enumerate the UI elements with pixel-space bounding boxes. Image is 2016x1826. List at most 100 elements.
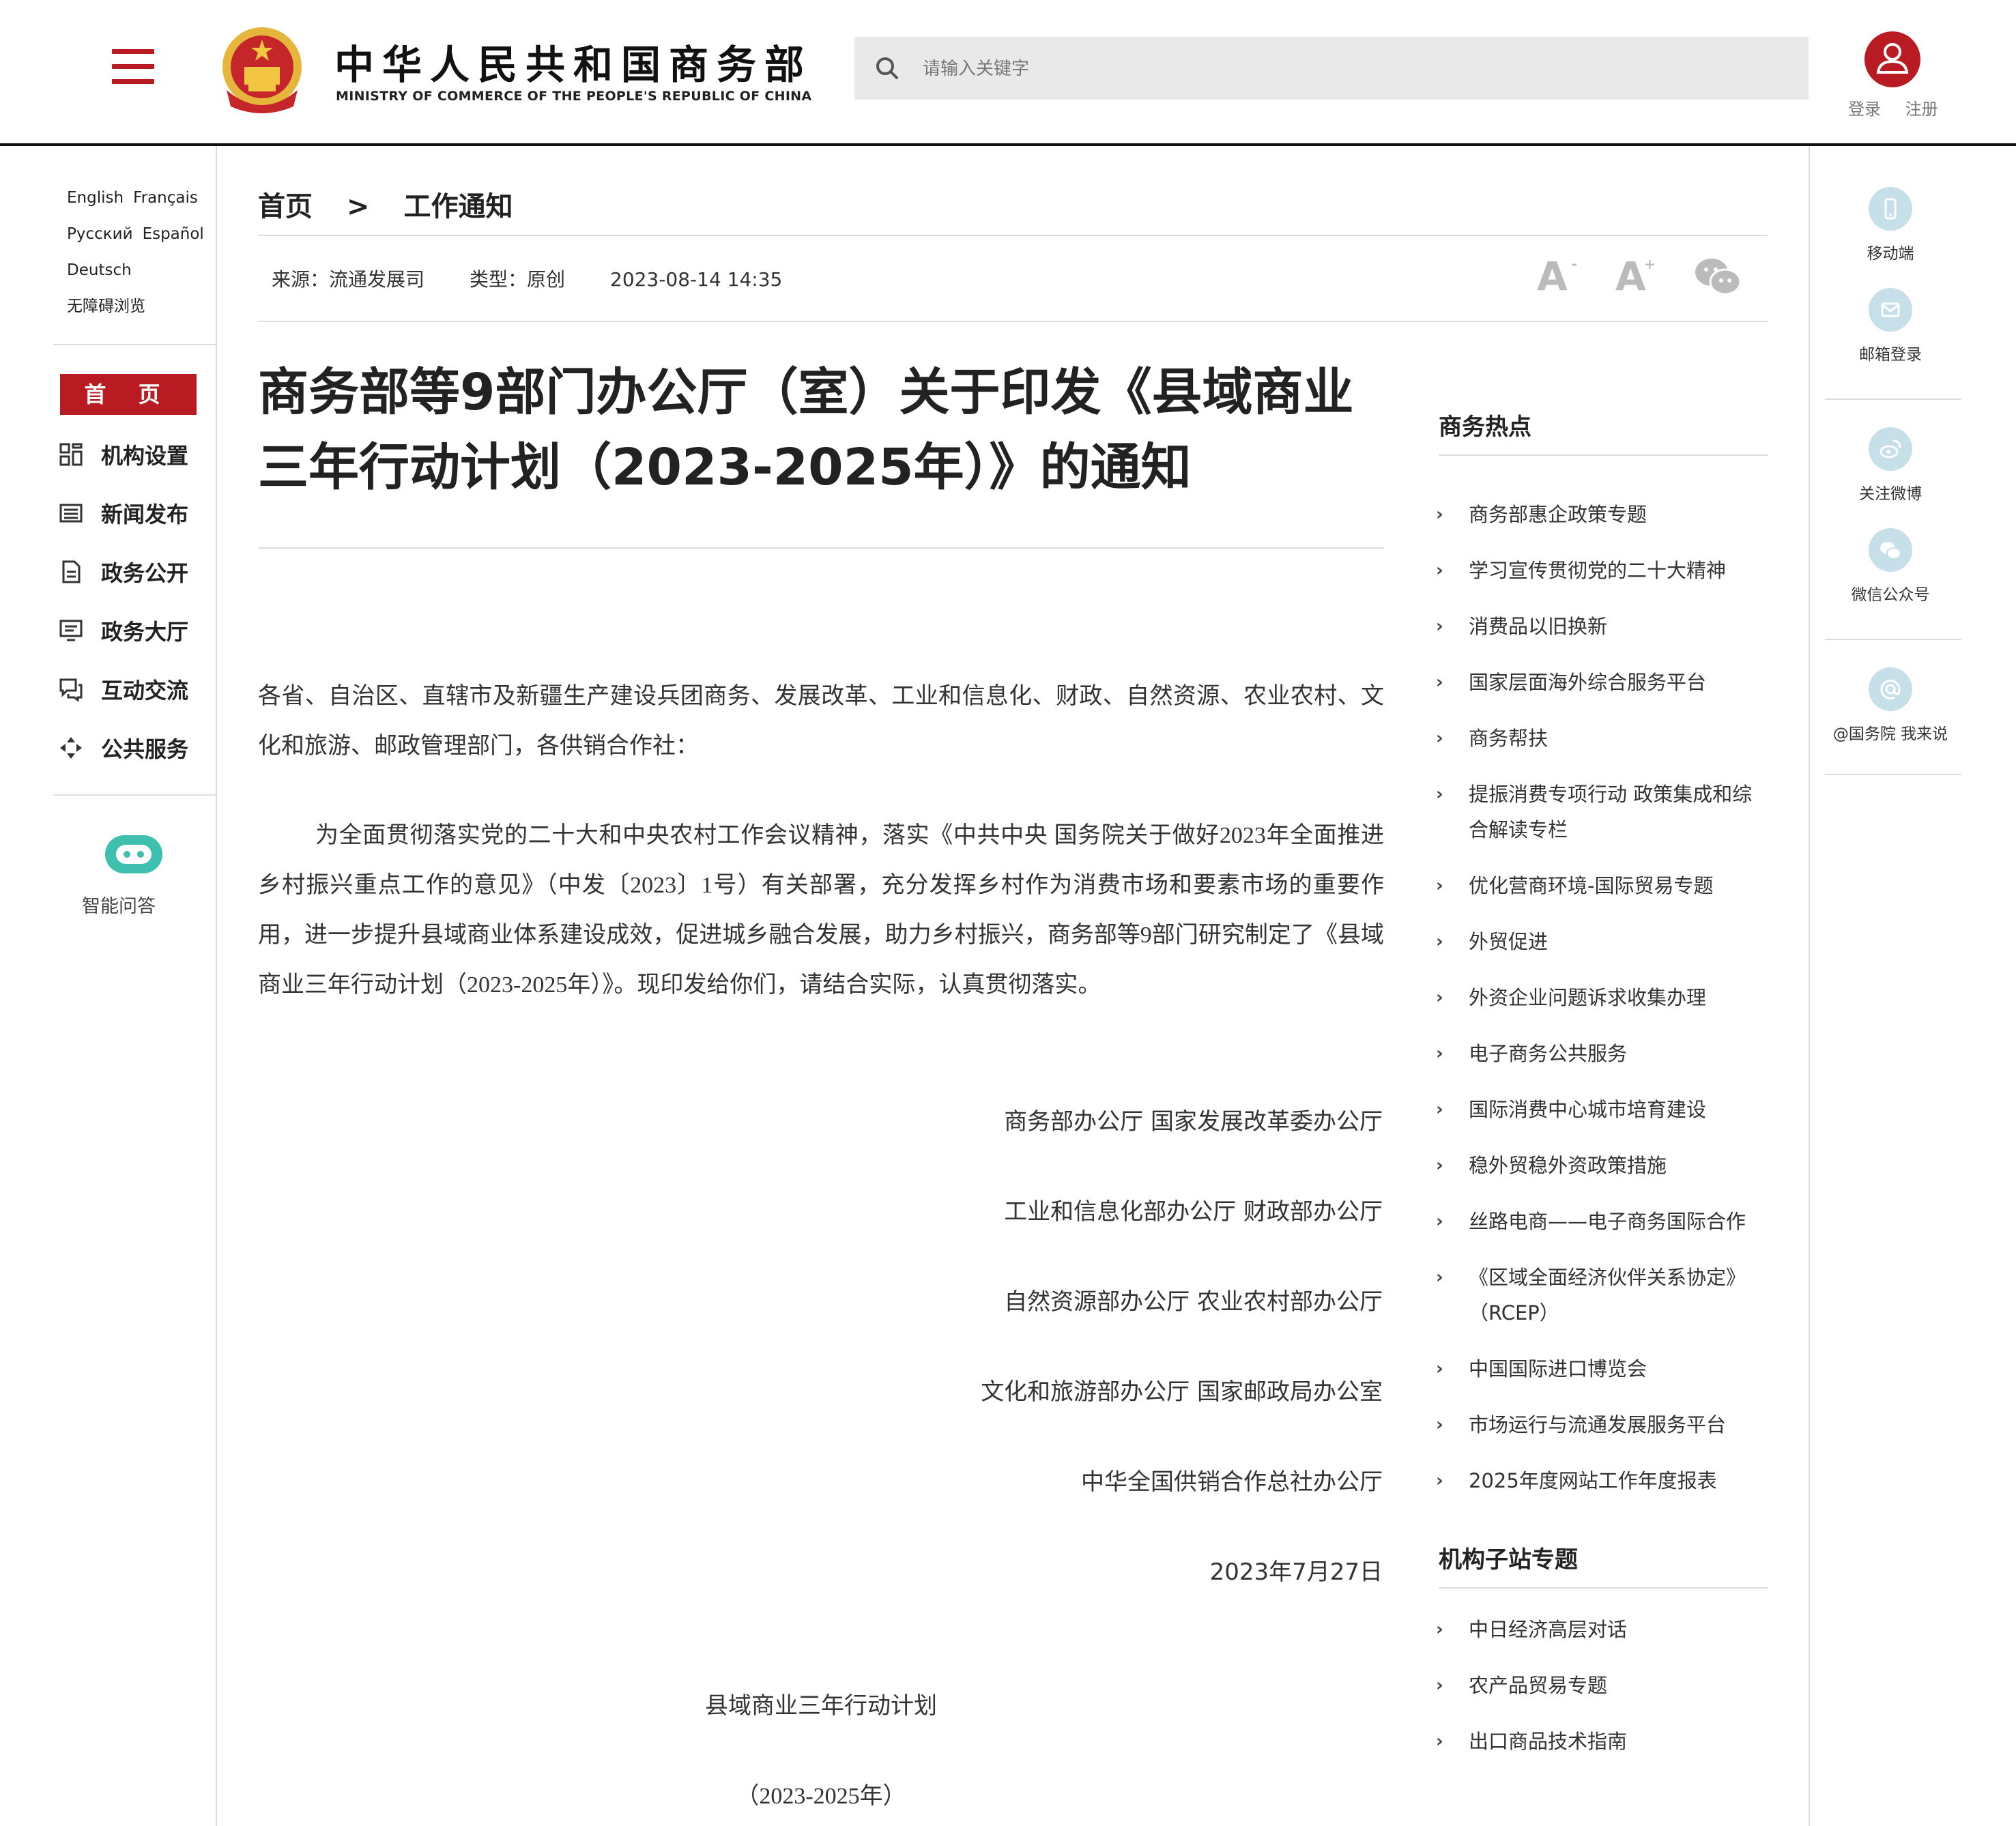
signature-line: 自然资源部办公厅 农业农村部办公厅 [1004, 1288, 1383, 1316]
divider [1439, 454, 1768, 456]
nav-news[interactable]: 新闻发布 [59, 493, 188, 534]
signature-date: 2023年7月27日 [1209, 1559, 1383, 1586]
list-item[interactable]: › 电子商务公共服务 [1436, 1036, 1768, 1071]
breadcrumb-home[interactable]: 首页 [258, 191, 313, 222]
chevron-right-icon: › [1436, 1043, 1443, 1064]
list-item[interactable]: › 《区域全面经济伙伴关系协定》（RCEP） [1436, 1260, 1768, 1331]
chevron-right-icon: › [1436, 1675, 1443, 1696]
chevron-right-icon: › [1436, 728, 1443, 749]
hot-topics-title: 商务热点 [1439, 414, 1531, 441]
nav-organization[interactable]: 机构设置 [59, 434, 188, 475]
signature-line: 中华全国供销合作总社办公厅 [1081, 1468, 1383, 1496]
mail-icon [1881, 302, 1900, 317]
robot-icon[interactable] [102, 828, 165, 879]
chevron-right-icon: › [1436, 1619, 1443, 1640]
list-item[interactable]: › 2025年度网站工作年度报表 [1436, 1463, 1768, 1498]
lang-german[interactable]: Deutsch [67, 261, 132, 279]
list-item[interactable]: › 外贸促进 [1436, 924, 1768, 959]
list-item[interactable]: › 丝路电商——电子商务国际合作 [1436, 1204, 1768, 1239]
chevron-right-icon: › [1436, 1470, 1443, 1491]
divider [1825, 639, 1961, 640]
breadcrumb-separator: > [347, 191, 370, 222]
list-item[interactable]: › 市场运行与流通发展服务平台 [1436, 1407, 1768, 1443]
search-bar [854, 37, 1809, 100]
chevron-right-icon: › [1436, 987, 1443, 1008]
national-emblem-logo [222, 27, 302, 113]
newspaper-icon [59, 504, 83, 523]
article-date: 2023-08-14 14:35 [610, 268, 783, 291]
list-item[interactable]: › 商务部惠企政策专题 [1436, 497, 1768, 532]
weibo-link[interactable]: 关注微博 [1822, 427, 1959, 504]
mobile-phone-icon [1884, 198, 1897, 220]
ai-assistant-label[interactable]: 智能问答 [82, 891, 156, 918]
wechat-official-link[interactable]: 微信公众号 [1822, 528, 1959, 605]
state-council-feedback-link[interactable]: @国务院 我来说 [1822, 667, 1959, 744]
chevron-right-icon: › [1436, 1731, 1443, 1752]
mail-login-link[interactable]: 邮箱登录 [1822, 288, 1959, 364]
list-item[interactable]: › 外资企业问题诉求收集办理 [1436, 980, 1768, 1015]
site-subtitle: MINISTRY OF COMMERCE OF THE PEOPLE'S REP… [336, 89, 812, 104]
arrows-icon [60, 737, 82, 759]
right-sidebar: 移动端 邮箱登录 关注微博 微信公众号 @国务院 我来说 [1809, 146, 2016, 1826]
site-title: 中华人民共和国商务部 [334, 42, 813, 88]
nav-public-service[interactable]: 公共服务 [59, 727, 188, 768]
list-item[interactable]: › 学习宣传贯彻党的二十大精神 [1436, 553, 1768, 588]
lang-french[interactable]: Français [133, 189, 198, 207]
list-item[interactable]: › 提振消费专项行动 政策集成和综合解读专栏 [1436, 777, 1768, 847]
register-link[interactable]: 注册 [1905, 100, 1938, 119]
article-type: 类型：原创 [470, 268, 566, 291]
divider [258, 321, 1768, 322]
list-item[interactable]: › 中日经济高层对话 [1436, 1612, 1768, 1647]
list-item[interactable]: › 优化营商环境-国际贸易专题 [1436, 868, 1768, 903]
document-icon [62, 560, 81, 583]
hamburger-menu-icon[interactable] [112, 49, 154, 85]
article-body: 为全面贯彻落实党的二十大和中央农村工作会议精神，落实《中共中央 国务院关于做好2… [258, 823, 1384, 998]
chevron-right-icon: › [1436, 1359, 1443, 1379]
font-decrease-button[interactable]: A- [1537, 253, 1577, 300]
signature-line: 文化和旅游部办公厅 国家邮政局办公室 [981, 1378, 1383, 1406]
nav-interaction[interactable]: 互动交流 [59, 669, 188, 710]
lang-spanish[interactable]: Español [143, 225, 204, 243]
breadcrumb-current[interactable]: 工作通知 [404, 191, 513, 222]
wechat-share-icon[interactable] [1694, 256, 1742, 297]
nav-service-hall[interactable]: 政务大厅 [59, 610, 188, 651]
nav-home[interactable]: 首 页 [60, 374, 197, 415]
article-tools: A- A + [1537, 252, 1789, 300]
language-links: English Français Русский Español Deutsch 无… [67, 180, 214, 325]
wechat-icon [1880, 542, 1901, 560]
search-icon[interactable] [874, 55, 901, 82]
list-item[interactable]: › 农产品贸易专题 [1436, 1668, 1768, 1703]
divider [1825, 774, 1961, 775]
grid-icon [59, 443, 83, 466]
search-input[interactable] [921, 49, 1784, 89]
chevron-right-icon: › [1436, 560, 1443, 581]
signature-line: 工业和信息化部办公厅 财政部办公厅 [1004, 1198, 1383, 1226]
list-item[interactable]: › 出口商品技术指南 [1436, 1724, 1768, 1759]
nav-government-affairs[interactable]: 政务公开 [59, 551, 188, 592]
monitor-icon [59, 620, 83, 641]
at-sign-icon [1880, 679, 1901, 699]
divider [1825, 398, 1961, 400]
font-increase-button[interactable]: A + [1615, 253, 1656, 300]
divider [53, 794, 216, 796]
user-icon[interactable] [1864, 31, 1920, 87]
lang-english[interactable]: English [67, 189, 124, 207]
chevron-right-icon: › [1436, 931, 1443, 952]
divider [53, 344, 216, 345]
weibo-icon [1880, 439, 1901, 459]
list-item[interactable]: › 国家层面海外综合服务平台 [1436, 665, 1768, 700]
mobile-link[interactable]: 移动端 [1822, 187, 1959, 263]
list-item[interactable]: › 国际消费中心城市培育建设 [1436, 1092, 1768, 1127]
list-item[interactable]: › 消费品以旧换新 [1436, 609, 1768, 644]
chevron-right-icon: › [1436, 672, 1443, 693]
list-item[interactable]: › 商务帮扶 [1436, 721, 1768, 756]
list-item[interactable]: › 稳外贸稳外资政策措施 [1436, 1148, 1768, 1183]
chevron-right-icon: › [1436, 504, 1443, 525]
login-link[interactable]: 登录 [1848, 100, 1881, 119]
accessibility-link[interactable]: 无障碍浏览 [67, 298, 145, 315]
article-salutation: 各省、自治区、直辖市及新疆生产建设兵团商务、发展改革、工业和信息化、财政、自然资… [258, 682, 1384, 759]
lang-russian[interactable]: Русский [67, 225, 133, 243]
article-meta: 来源：流通发展司 类型：原创 2023-08-14 14:35 [272, 265, 827, 292]
left-sidebar: English Français Русский Español Deutsch 无… [0, 146, 217, 1826]
list-item[interactable]: › 中国国际进口博览会 [1436, 1351, 1768, 1387]
